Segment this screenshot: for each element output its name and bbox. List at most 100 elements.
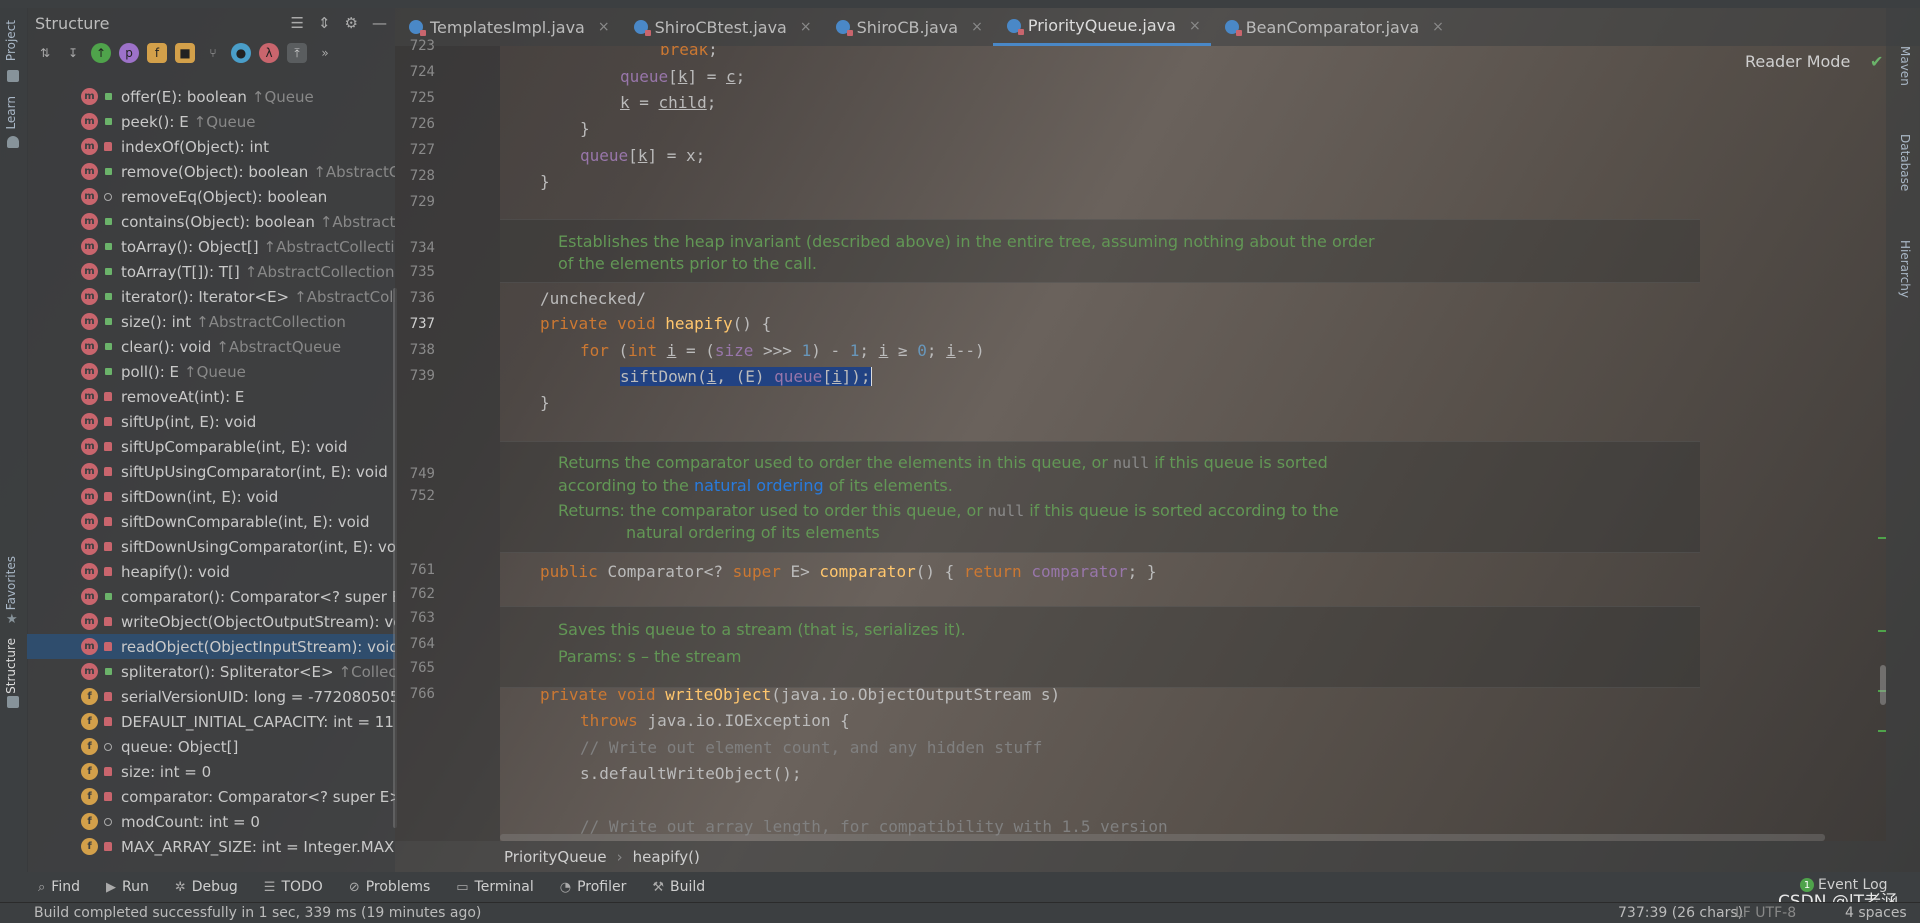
natural-ordering-link[interactable]: natural ordering [694, 476, 824, 495]
anonymous-icon[interactable]: ● [231, 43, 251, 63]
tool-window-todo[interactable]: ☰ TODO [264, 879, 323, 895]
error-stripe-marker[interactable] [1878, 630, 1886, 632]
breadcrumb-class[interactable]: PriorityQueue [504, 848, 607, 866]
code-editor[interactable]: break; queue[k] = c; k = child; } queue[… [500, 46, 1886, 841]
maven-tool-button[interactable]: Maven [1898, 46, 1912, 86]
structure-item[interactable]: m removeAt(int): E [27, 384, 395, 409]
hierarchy-icon[interactable]: ⑂ [203, 43, 223, 63]
properties-icon[interactable]: p [119, 43, 139, 63]
structure-item-label: removeEq(Object): boolean [121, 187, 328, 206]
structure-icon [7, 696, 19, 708]
tool-window-profiler[interactable]: ◔ Profiler [560, 879, 627, 895]
structure-item[interactable]: m removeEq(Object): boolean [27, 184, 395, 209]
editor-tab[interactable]: PriorityQueue.java × [992, 8, 1211, 46]
structure-item-label: clear(): void [121, 337, 212, 356]
close-icon[interactable]: × [971, 19, 983, 35]
show-inherited-icon[interactable]: ↑ [91, 43, 111, 63]
javadoc-heapify: Establishes the heap invariant (describe… [500, 219, 1700, 283]
method-icon: m [81, 488, 98, 505]
editor-tab[interactable]: ShiroCBtest.java × [620, 8, 822, 46]
structure-item[interactable]: m contains(Object): boolean↑AbstractC [27, 209, 395, 234]
structure-item[interactable]: m siftDownUsingComparator(int, E): voi [27, 534, 395, 559]
status-message[interactable]: Build completed successfully in 1 sec, 3… [34, 905, 481, 921]
file-encoding[interactable]: LF UTF-8 [1735, 905, 1796, 921]
public-icon [102, 368, 114, 375]
fields-icon[interactable]: f [147, 43, 167, 63]
method-icon: m [81, 338, 98, 355]
tool-window-terminal[interactable]: ▭ Terminal [456, 879, 533, 895]
lock-icon [102, 642, 114, 651]
structure-item[interactable]: m toArray(T[]): T[] ↑AbstractCollection [27, 259, 395, 284]
sort-alpha-icon[interactable]: ↧ [63, 43, 83, 63]
collapse-all-icon[interactable]: ⇕ [318, 14, 331, 32]
learn-tool-button[interactable]: Learn [4, 96, 18, 130]
indent-setting[interactable]: 4 spaces [1845, 905, 1907, 921]
structure-item[interactable]: m siftUpUsingComparator(int, E): void [27, 459, 395, 484]
reader-mode-toggle[interactable]: Reader Mode [1745, 52, 1850, 71]
close-icon[interactable]: × [800, 19, 812, 35]
structure-item[interactable]: m poll(): E ↑Queue [27, 359, 395, 384]
field-icon: f [81, 713, 98, 730]
line-number: 761 [409, 562, 435, 578]
java-class-icon [1006, 18, 1024, 35]
structure-item[interactable]: f queue: Object[] [27, 734, 395, 759]
structure-item[interactable]: f modCount: int = 0 [27, 809, 395, 834]
expand-all-icon[interactable]: ☰ [291, 14, 304, 32]
tool-window-run[interactable]: ▶ Run [106, 879, 149, 895]
horizontal-scrollbar[interactable] [500, 834, 1825, 841]
database-tool-button[interactable]: Database [1898, 134, 1912, 191]
sort-visibility-icon[interactable]: ⇅ [35, 43, 55, 63]
structure-item[interactable]: f serialVersionUID: long = -7720805057 [27, 684, 395, 709]
structure-item[interactable]: f DEFAULT_INITIAL_CAPACITY: int = 11 [27, 709, 395, 734]
tool-window-debug[interactable]: ✲ Debug [175, 879, 238, 895]
hierarchy-tool-button[interactable]: Hierarchy [1898, 240, 1912, 298]
structure-item[interactable]: m clear(): void ↑AbstractQueue [27, 334, 395, 359]
inherited-from-label: ↑AbstractC [319, 212, 395, 231]
autoscroll-icon[interactable]: ⤒ [287, 43, 307, 63]
structure-item[interactable]: m peek(): E ↑Queue [27, 109, 395, 134]
project-tool-button[interactable]: Project [4, 20, 18, 61]
structure-item[interactable]: m size(): int ↑AbstractCollection [27, 309, 395, 334]
close-icon[interactable]: × [1189, 18, 1201, 34]
non-public-icon[interactable]: ■ [175, 43, 195, 63]
inherited-from-label: ↑AbstractCo [313, 162, 395, 181]
structure-item[interactable]: m indexOf(Object): int [27, 134, 395, 159]
tool-window-build[interactable]: ⚒ Build [652, 879, 705, 895]
structure-item[interactable]: m spliterator(): Spliterator<E>↑Collecti [27, 659, 395, 684]
editor-scrollbar[interactable] [1880, 665, 1886, 705]
gear-icon[interactable]: ⚙ [345, 14, 358, 32]
breadcrumb-method[interactable]: heapify() [633, 848, 700, 866]
structure-item[interactable]: m writeObject(ObjectOutputStream): vo [27, 609, 395, 634]
structure-item[interactable]: m iterator(): Iterator<E>↑AbstractColle [27, 284, 395, 309]
structure-item[interactable]: m siftDownComparable(int, E): void [27, 509, 395, 534]
structure-item[interactable]: m siftUpComparable(int, E): void [27, 434, 395, 459]
structure-item[interactable]: m toArray(): Object[] ↑AbstractCollectio [27, 234, 395, 259]
structure-item[interactable]: m heapify(): void [27, 559, 395, 584]
method-icon: m [81, 88, 98, 105]
editor-tab[interactable]: BeanComparator.java × [1211, 8, 1454, 46]
structure-item[interactable]: m readObject(ObjectInputStream): void [27, 634, 395, 659]
structure-item[interactable]: m siftUp(int, E): void [27, 409, 395, 434]
editor-tab[interactable]: ShiroCB.java × [822, 8, 993, 46]
close-icon[interactable]: × [1432, 19, 1444, 35]
structure-item[interactable]: m remove(Object): boolean↑AbstractCo [27, 159, 395, 184]
caret-position[interactable]: 737:39 (26 chars) [1618, 905, 1743, 921]
line-number: 726 [409, 116, 435, 132]
structure-item[interactable]: f MAX_ARRAY_SIZE: int = Integer.MAX [27, 834, 395, 859]
structure-item[interactable]: f comparator: Comparator<? super E> [27, 784, 395, 809]
structure-item[interactable]: m offer(E): boolean ↑Queue [27, 84, 395, 109]
structure-item[interactable]: m siftDown(int, E): void [27, 484, 395, 509]
favorites-tool-button[interactable]: Favorites [4, 556, 18, 610]
tool-window-problems[interactable]: ⊘ Problems [349, 879, 430, 895]
error-stripe-marker[interactable] [1878, 730, 1886, 732]
more-icon[interactable]: » [315, 43, 335, 63]
structure-tool-button[interactable]: Structure [4, 638, 18, 694]
hide-icon[interactable]: — [372, 14, 387, 32]
structure-item-label: remove(Object): boolean [121, 162, 309, 181]
error-stripe-marker[interactable] [1878, 537, 1886, 539]
close-icon[interactable]: × [598, 19, 610, 35]
structure-item[interactable]: m comparator(): Comparator<? super E> [27, 584, 395, 609]
structure-item[interactable]: f size: int = 0 [27, 759, 395, 784]
tool-window-find[interactable]: ⌕ Find [38, 879, 80, 895]
lambda-icon[interactable]: λ [259, 43, 279, 63]
